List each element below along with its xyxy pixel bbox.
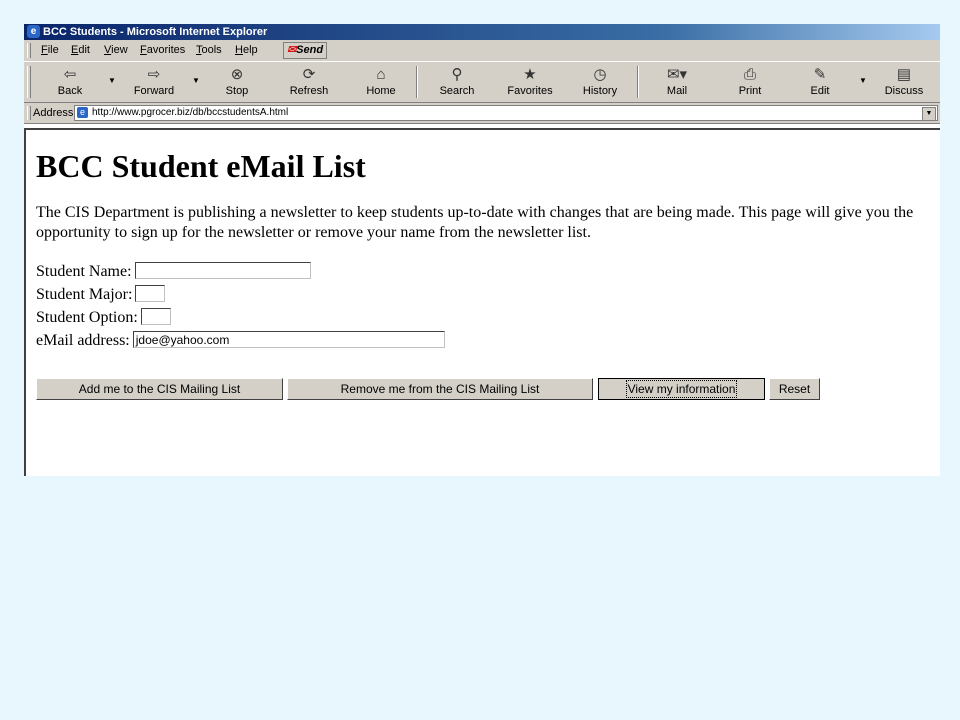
view-my-information-button[interactable]: View my information <box>598 378 765 400</box>
address-dropdown-icon[interactable]: ▼ <box>922 107 936 121</box>
forward-dropdown-icon[interactable]: ▼ <box>192 76 200 85</box>
print-icon: ⎙ <box>743 66 756 83</box>
back-button[interactable]: ⇦ Back <box>44 64 96 100</box>
search-icon: ⚲ <box>451 66 463 83</box>
discuss-button[interactable]: ▤ Discuss <box>879 64 929 100</box>
favorites-label: Favorites <box>507 85 553 97</box>
browser-window: e BCC Students - Microsoft Internet Explo… <box>24 24 940 476</box>
back-label: Back <box>57 85 83 97</box>
favorites-icon: ★ <box>523 66 537 83</box>
student-option-label: Student Option: <box>36 309 138 326</box>
menu-file[interactable]: File <box>41 40 59 61</box>
mail-label: Mail <box>666 85 688 97</box>
student-major-label: Student Major: <box>36 286 133 303</box>
forward-label: Forward <box>133 85 175 97</box>
page-icon: e <box>77 107 88 118</box>
print-label: Print <box>738 85 762 97</box>
menu-bar-grip[interactable] <box>27 43 31 58</box>
student-major-input[interactable] <box>135 285 166 302</box>
home-label: Home <box>366 85 396 97</box>
toolbar-grip[interactable] <box>27 66 31 98</box>
address-bar: Address e http://www.pgrocer.biz/db/bccst… <box>24 103 940 124</box>
remove-button-label: Remove me from the CIS Mailing List <box>340 382 540 396</box>
student-major-row: Student Major: <box>36 285 166 305</box>
menu-favorites[interactable]: Favorites <box>140 40 185 61</box>
student-name-input[interactable] <box>134 262 311 279</box>
refresh-label: Refresh <box>289 85 329 97</box>
window-title: BCC Students - Microsoft Internet Explor… <box>43 26 268 38</box>
mail-button[interactable]: ✉▾ Mail <box>654 64 700 100</box>
add-to-mailing-list-button[interactable]: Add me to the CIS Mailing List <box>36 378 283 400</box>
mail-icon: ✉▾ <box>666 66 688 83</box>
menu-edit[interactable]: Edit <box>71 40 90 61</box>
forward-arrow-icon: ⇨ <box>147 66 161 83</box>
search-button[interactable]: ⚲ Search <box>431 64 483 100</box>
history-icon: ◷ <box>593 66 607 83</box>
history-label: History <box>582 85 618 97</box>
menu-bar: File Edit View Favorites Tools Help ✉Sen… <box>24 40 940 62</box>
page-content: BCC Student eMail List The CIS Departmen… <box>24 128 940 476</box>
print-button[interactable]: ⎙ Print <box>727 64 773 100</box>
toolbar-separator <box>416 66 418 98</box>
intro-paragraph: The CIS Department is publishing a newsl… <box>36 204 914 241</box>
standard-toolbar: ⇦ Back ▼ ⇨ Forward ▼ ⊗ Stop ⟳ Refresh ⌂ … <box>24 62 940 103</box>
student-option-row: Student Option: <box>36 308 171 328</box>
menu-help[interactable]: Help <box>235 40 258 61</box>
back-dropdown-icon[interactable]: ▼ <box>108 76 116 85</box>
student-name-row: Student Name: <box>36 262 311 282</box>
page-heading: BCC Student eMail List <box>36 148 366 184</box>
edit-dropdown-icon[interactable]: ▼ <box>859 76 867 85</box>
edit-button[interactable]: ✎ Edit <box>797 64 843 100</box>
reset-button-label: Reset <box>778 382 811 396</box>
send-button[interactable]: ✉Send <box>283 42 327 59</box>
email-input[interactable]: jdoe@yahoo.com <box>132 331 445 348</box>
add-button-label: Add me to the CIS Mailing List <box>78 382 241 396</box>
send-icon: ✉ <box>286 44 297 56</box>
student-name-label: Student Name: <box>36 263 132 280</box>
address-label: Address <box>33 107 74 119</box>
email-row: eMail address: jdoe@yahoo.com <box>36 331 445 351</box>
stop-button[interactable]: ⊗ Stop <box>214 64 260 100</box>
discuss-icon: ▤ <box>896 66 912 83</box>
menu-view[interactable]: View <box>104 40 128 61</box>
home-button[interactable]: ⌂ Home <box>358 64 404 100</box>
send-label: Send <box>296 44 324 56</box>
home-icon: ⌂ <box>376 66 386 83</box>
stop-icon: ⊗ <box>230 66 244 83</box>
history-button[interactable]: ◷ History <box>576 64 624 100</box>
refresh-button[interactable]: ⟳ Refresh <box>283 64 335 100</box>
reset-button[interactable]: Reset <box>769 378 820 400</box>
stop-label: Stop <box>225 85 249 97</box>
search-label: Search <box>439 85 475 97</box>
view-button-label: View my information <box>625 380 738 398</box>
edit-label: Edit <box>810 85 830 97</box>
menu-tools[interactable]: Tools <box>196 40 222 61</box>
title-bar[interactable]: e BCC Students - Microsoft Internet Explo… <box>24 24 940 40</box>
edit-icon: ✎ <box>813 66 827 83</box>
address-input[interactable]: e http://www.pgrocer.biz/db/bccstudentsA.… <box>74 105 938 121</box>
address-bar-grip[interactable] <box>27 106 31 120</box>
discuss-label: Discuss <box>884 85 924 97</box>
back-arrow-icon: ⇦ <box>63 66 77 83</box>
favorites-button[interactable]: ★ Favorites <box>502 64 558 100</box>
ie-logo-icon: e <box>27 25 40 38</box>
forward-button[interactable]: ⇨ Forward <box>126 64 182 100</box>
remove-from-mailing-list-button[interactable]: Remove me from the CIS Mailing List <box>287 378 593 400</box>
address-url: http://www.pgrocer.biz/db/bccstudentsA.h… <box>92 107 289 118</box>
toolbar-separator <box>637 66 639 98</box>
student-option-input[interactable] <box>140 308 171 325</box>
refresh-icon: ⟳ <box>302 66 316 83</box>
email-label: eMail address: <box>36 332 130 349</box>
